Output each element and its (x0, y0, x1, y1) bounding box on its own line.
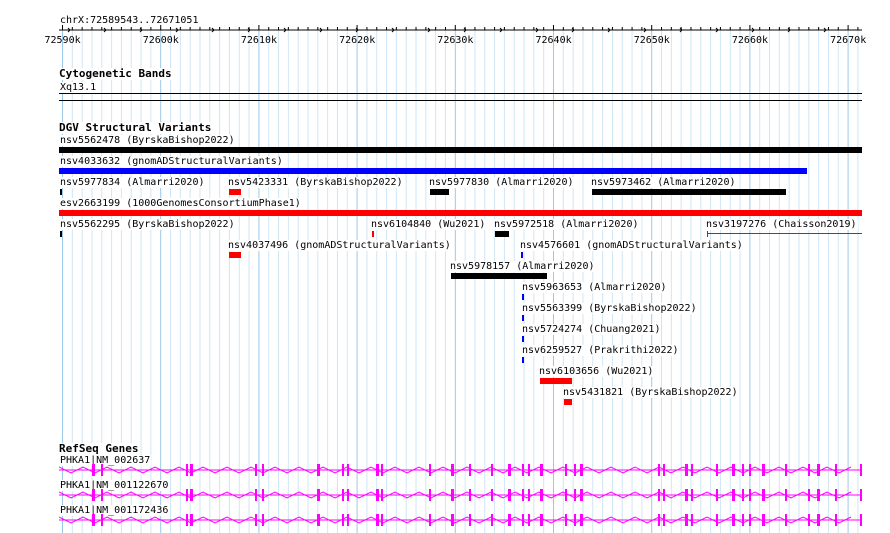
cytoband-track-title[interactable]: Cytogenetic Bands (59, 68, 174, 80)
variant-label[interactable]: nsv6103656 (Wu2021) (538, 366, 655, 377)
variant-label[interactable]: nsv5963653 (Almarri2020) (521, 282, 668, 293)
variant-label[interactable]: nsv5431821 (ByrskaBishop2022) (562, 387, 739, 398)
variant-label[interactable]: nsv5972518 (Almarri2020) (493, 219, 640, 230)
variant-bar[interactable] (592, 189, 786, 195)
transcript-model[interactable] (59, 514, 862, 526)
dgv-track-title[interactable]: DGV Structural Variants (59, 122, 214, 134)
variant-bar[interactable] (707, 233, 862, 234)
variant-bar[interactable] (522, 315, 524, 321)
variant-label[interactable]: nsv5977830 (Almarri2020) (428, 177, 575, 188)
variant-bar[interactable] (522, 336, 524, 342)
cytoband-label: Xq13.1 (59, 82, 98, 93)
variant-bar[interactable] (522, 357, 524, 363)
variant-label[interactable]: nsv4576601 (gnomADStructuralVariants) (519, 240, 744, 251)
ruler-tick-label: 72630k (437, 35, 474, 46)
cytoband-ideogram-bottom (59, 100, 862, 101)
ruler-tick-label: 72600k (142, 35, 179, 46)
variant-bar[interactable] (495, 231, 509, 237)
variant-label[interactable]: nsv5562478 (ByrskaBishop2022) (59, 135, 236, 146)
transcript-model[interactable] (59, 464, 862, 476)
refseq-track-title[interactable]: RefSeq Genes (59, 443, 141, 455)
variant-bar[interactable] (60, 189, 62, 195)
variant-bar[interactable] (540, 378, 572, 384)
variant-label[interactable]: nsv5977834 (Almarri2020) (59, 177, 206, 188)
variant-bar[interactable] (521, 252, 523, 258)
genome-browser[interactable]: chrX:72589543..72671051 72590k 72600k 7261… (0, 0, 890, 533)
cytoband-ideogram-top (59, 93, 862, 94)
variant-bar[interactable] (59, 168, 807, 174)
variant-label[interactable]: nsv5978157 (Almarri2020) (449, 261, 596, 272)
variant-bar[interactable] (372, 231, 374, 237)
variant-bar-endcap (707, 231, 708, 237)
variant-label[interactable]: nsv6259527 (Prakrithi2022) (521, 345, 680, 356)
variant-bar[interactable] (451, 273, 547, 279)
variant-bar[interactable] (60, 231, 62, 237)
variant-label[interactable]: nsv4037496 (gnomADStructuralVariants) (227, 240, 452, 251)
variant-bar[interactable] (59, 147, 862, 153)
variant-label[interactable]: nsv3197276 (Chaisson2019) (705, 219, 858, 230)
variant-label[interactable]: nsv4033632 (gnomADStructuralVariants) (59, 156, 284, 167)
transcript-model[interactable] (59, 489, 862, 501)
ruler-tick-label: 72590k (44, 35, 81, 46)
variant-bar[interactable] (430, 189, 449, 195)
variant-label[interactable]: nsv5562295 (ByrskaBishop2022) (59, 219, 236, 230)
ruler-tick-label: 72660k (731, 35, 769, 46)
ruler-tick-label: 72620k (339, 35, 376, 46)
variant-bar[interactable] (229, 252, 241, 258)
variant-bar[interactable] (59, 210, 862, 216)
variant-label[interactable]: nsv5423331 (ByrskaBishop2022) (227, 177, 404, 188)
variant-bar[interactable] (564, 399, 572, 405)
variant-label[interactable]: esv2663199 (1000GenomesConsortiumPhase1) (59, 198, 302, 209)
variant-label[interactable]: nsv5724274 (Chuang2021) (521, 324, 662, 335)
ruler-tick-label: 72670k (830, 35, 867, 46)
ruler-tick-label: 72650k (633, 35, 670, 46)
ruler-tick-label: 72610k (240, 35, 278, 46)
ruler-tick-label: 72640k (535, 35, 572, 46)
variant-label[interactable]: nsv5973462 (Almarri2020) (590, 177, 737, 188)
variant-label[interactable]: nsv5563399 (ByrskaBishop2022) (521, 303, 698, 314)
variant-label[interactable]: nsv6104840 (Wu2021) (370, 219, 487, 230)
variant-bar[interactable] (522, 294, 524, 300)
variant-bar[interactable] (229, 189, 241, 195)
